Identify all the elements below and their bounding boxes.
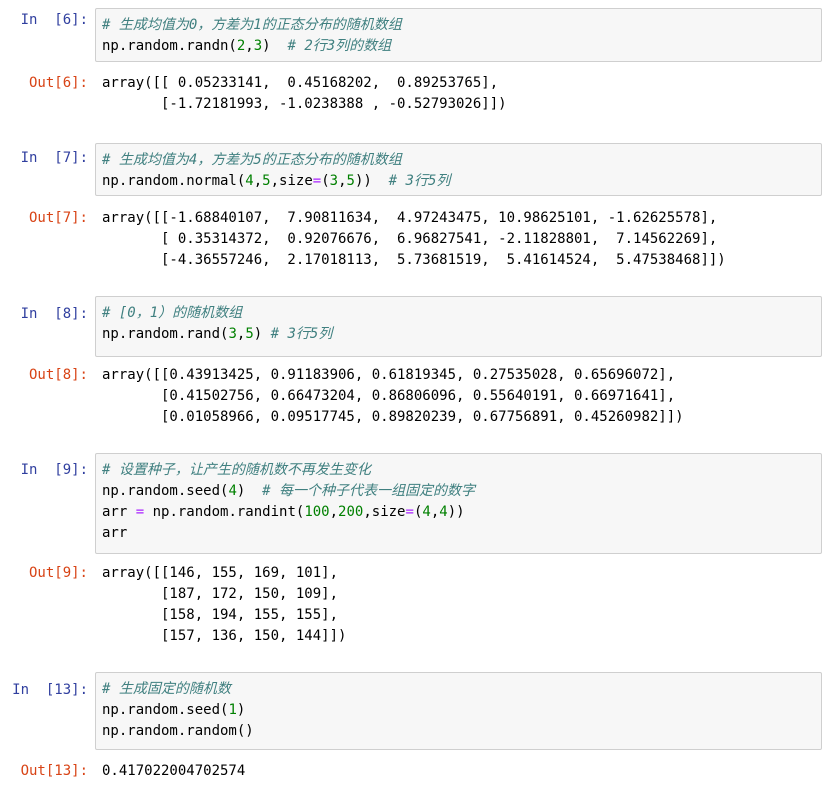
code-line: np.random.seed(4) # 每一个种子代表一组固定的数字 <box>102 481 815 502</box>
input-prompt: In [9]: <box>20 462 88 478</box>
code-number: 3 <box>228 326 237 342</box>
cell-output: array([[ 0.05233141, 0.45168202, 0.89253… <box>102 73 822 115</box>
code-number: 5 <box>245 326 254 342</box>
code-number: 5 <box>262 173 271 189</box>
code-line: # 生成固定的随机数 <box>102 679 815 700</box>
code-token: np.random.seed( <box>102 483 229 499</box>
code-line: # [0，1）的随机数组 <box>102 303 815 324</box>
code-number: 4 <box>422 504 431 520</box>
code-line: np.random.rand(3,5) # 3行5列 <box>102 324 815 345</box>
cell-output: array([[-1.68840107, 7.90811634, 4.97243… <box>102 208 822 271</box>
output-line: 0.417022004702574 <box>102 763 246 779</box>
code-token: ) <box>236 702 246 718</box>
output-line: array([[ 0.05233141, 0.45168202, 0.89253… <box>102 75 499 91</box>
code-operator: = <box>135 504 145 520</box>
code-input-area[interactable]: # [0，1）的随机数组 np.random.rand(3,5) # 3行5列 <box>95 296 822 357</box>
code-input-area[interactable]: # 生成固定的随机数 np.random.seed(1) np.random.ran… <box>95 672 822 750</box>
code-token: ) <box>253 326 271 342</box>
input-prompt: In [7]: <box>20 150 88 166</box>
code-token: np.random.normal( <box>102 173 246 189</box>
output-line: [187, 172, 150, 109], <box>102 586 339 602</box>
output-line: [0.41502756, 0.66473204, 0.86806096, 0.5… <box>102 388 676 404</box>
output-line: array([[146, 155, 169, 101], <box>102 565 339 581</box>
code-token: , <box>245 38 254 54</box>
code-line: # 生成均值为4，方差为5的正态分布的随机数组 <box>102 150 815 171</box>
code-token: np.random.randint( <box>144 504 305 520</box>
output-line: [-4.36557246, 2.17018113, 5.73681519, 5.… <box>102 252 726 268</box>
code-number: 3 <box>253 38 263 54</box>
code-token: , <box>430 504 440 520</box>
code-comment: # 生成均值为0，方差为1的正态分布的随机数组 <box>102 17 402 33</box>
code-token: np.random.rand( <box>102 326 229 342</box>
output-prompt: Out[9]: <box>28 565 88 581</box>
output-prompt: Out[8]: <box>28 367 88 383</box>
input-prompt: In [13]: <box>12 682 88 698</box>
code-token: ) <box>236 483 263 499</box>
cell-output: array([[146, 155, 169, 101], [187, 172, … <box>102 563 822 647</box>
input-prompt: In [8]: <box>20 306 88 322</box>
cell-output: array([[0.43913425, 0.91183906, 0.618193… <box>102 365 822 428</box>
code-token: )) <box>354 173 389 189</box>
output-line: [158, 194, 155, 155], <box>102 607 339 623</box>
code-comment: # 3行5列 <box>388 173 451 189</box>
code-token: np.random.random() <box>102 723 254 739</box>
code-comment: # 生成均值为4，方差为5的正态分布的随机数组 <box>102 152 402 168</box>
code-line: # 设置种子，让产生的随机数不再发生变化 <box>102 460 815 481</box>
code-token: , <box>329 504 339 520</box>
code-token: ,size <box>270 173 313 189</box>
code-comment: # 生成固定的随机数 <box>102 681 231 697</box>
output-prompt: Out[13]: <box>20 763 88 779</box>
code-line: # 生成均值为0，方差为1的正态分布的随机数组 <box>102 15 815 36</box>
code-token: np.random.randn( <box>102 38 237 54</box>
code-line: np.random.seed(1) <box>102 700 815 721</box>
output-line: [ 0.35314372, 0.92076676, 6.96827541, -2… <box>102 231 718 247</box>
output-prompt: Out[7]: <box>28 210 88 226</box>
output-prompt: Out[6]: <box>28 75 88 91</box>
output-line: [-1.72181993, -1.0238388 , -0.52793026]]… <box>102 96 507 112</box>
code-token: arr <box>102 525 128 541</box>
code-line: arr <box>102 523 815 544</box>
input-prompt: In [6]: <box>20 12 88 28</box>
code-token: , <box>253 173 263 189</box>
code-number: 4 <box>228 483 237 499</box>
code-number: 1 <box>228 702 237 718</box>
code-token: ,size <box>363 504 406 520</box>
code-number: 4 <box>439 504 448 520</box>
code-token: , <box>338 173 347 189</box>
code-operator: = <box>312 173 322 189</box>
code-input-area[interactable]: # 设置种子，让产生的随机数不再发生变化 np.random.seed(4) # … <box>95 453 822 554</box>
code-token: ) <box>262 38 288 54</box>
code-token: )) <box>447 504 465 520</box>
code-comment: # 每一个种子代表一组固定的数字 <box>262 483 476 499</box>
code-number: 100 <box>304 504 330 520</box>
code-number: 3 <box>329 173 339 189</box>
cell-output: 0.417022004702574 <box>102 761 822 782</box>
output-line: [157, 136, 150, 144]]) <box>102 628 347 644</box>
code-line: arr = np.random.randint(100,200,size=(4,… <box>102 502 815 523</box>
output-line: [0.01058966, 0.09517745, 0.89820239, 0.6… <box>102 409 684 425</box>
code-number: 200 <box>338 504 364 520</box>
code-token: ( <box>321 173 330 189</box>
code-input-area[interactable]: # 生成均值为4，方差为5的正态分布的随机数组 np.random.normal(… <box>95 143 822 196</box>
output-line: array([[-1.68840107, 7.90811634, 4.97243… <box>102 210 718 226</box>
output-line: array([[0.43913425, 0.91183906, 0.618193… <box>102 367 676 383</box>
code-comment: # 2行3列的数组 <box>287 38 392 54</box>
code-comment: # 设置种子，让产生的随机数不再发生变化 <box>102 462 371 478</box>
code-comment: # 3行5列 <box>270 326 333 342</box>
code-input-area[interactable]: # 生成均值为0，方差为1的正态分布的随机数组 np.random.randn(2… <box>95 8 822 62</box>
code-operator: = <box>405 504 414 520</box>
code-token: np.random.seed( <box>102 702 229 718</box>
code-line: np.random.randn(2,3) # 2行3列的数组 <box>102 36 815 57</box>
code-number: 5 <box>346 173 355 189</box>
code-line: np.random.random() <box>102 721 815 742</box>
code-comment: # [0，1）的随机数组 <box>102 305 243 321</box>
code-number: 4 <box>245 173 254 189</box>
code-line: np.random.normal(4,5,size=(3,5)) # 3行5列 <box>102 171 815 192</box>
code-token: arr <box>102 504 136 520</box>
